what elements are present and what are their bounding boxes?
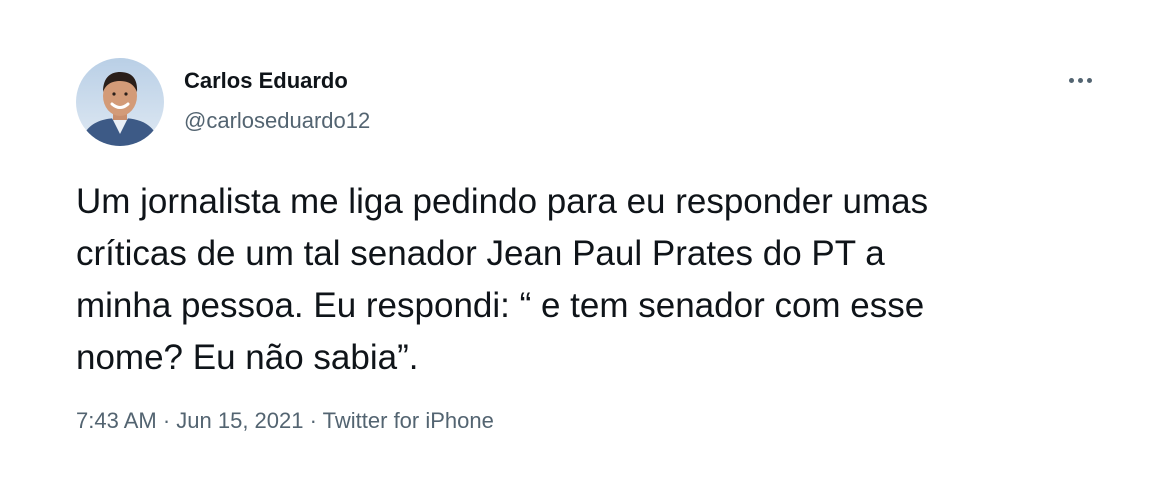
avatar-photo-icon <box>76 58 164 146</box>
tweet-text-line: críticas de um tal senador Jean Paul Pra… <box>76 234 885 273</box>
tweet-card: Carlos Eduardo @carloseduardo12 Um jorna… <box>0 0 1170 480</box>
more-horizontal-icon <box>1068 77 1074 83</box>
tweet-text-line: nome? Eu não sabia”. <box>76 338 419 377</box>
tweet-source[interactable]: Twitter for iPhone <box>323 408 494 433</box>
meta-separator: · <box>156 408 177 433</box>
tweet-text-line: minha pessoa. Eu respondi: “ e tem senad… <box>76 286 925 325</box>
tweet-text: Um jornalista me liga pedindo para eu re… <box>76 176 1116 384</box>
more-horizontal-icon-dot <box>1077 77 1083 83</box>
tweet-metadata: 7:43 AM · Jun 15, 2021 · Twitter for iPh… <box>76 408 494 434</box>
author-display-name[interactable]: Carlos Eduardo <box>184 68 348 94</box>
meta-separator: · <box>303 408 323 433</box>
tweet-text-line: Um jornalista me liga pedindo para eu re… <box>76 182 929 221</box>
tweet-time[interactable]: 7:43 AM <box>76 408 157 433</box>
more-options-button[interactable] <box>1060 64 1100 96</box>
author-handle[interactable]: @carloseduardo12 <box>184 108 370 134</box>
tweet-date[interactable]: Jun 15, 2021 <box>176 408 303 433</box>
avatar[interactable] <box>76 58 164 146</box>
more-horizontal-icon-dot <box>1086 77 1092 83</box>
